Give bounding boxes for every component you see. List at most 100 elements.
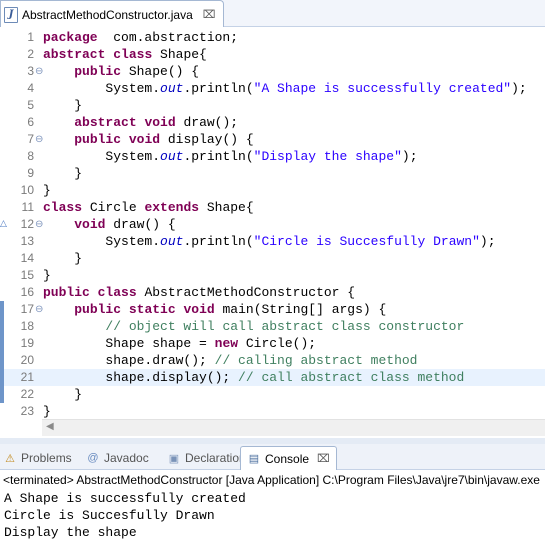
- token-kw: void: [183, 302, 215, 317]
- token-fld: out: [160, 234, 184, 249]
- code-text: Shape shape = new Circle();: [43, 335, 316, 352]
- line-number: 22: [20, 387, 34, 401]
- editor-tab-bar: J AbstractMethodConstructor.java ⌧: [0, 0, 545, 28]
- token: .println(: [183, 234, 254, 249]
- line-number: 20: [20, 353, 34, 367]
- token: }: [43, 404, 51, 419]
- console-line: A Shape is successfully created: [4, 491, 246, 506]
- token-fld: out: [160, 149, 184, 164]
- tab-javadoc[interactable]: @ Javadoc: [86, 447, 149, 469]
- code-text: abstract void draw();: [43, 114, 238, 131]
- java-file-icon: J: [4, 6, 18, 23]
- token-kw: class: [113, 47, 153, 62]
- code-line[interactable]: 6 abstract void draw();: [0, 114, 545, 131]
- code-line[interactable]: 16 public class AbstractMethodConstructor…: [0, 284, 545, 301]
- code-text: }: [43, 267, 51, 284]
- code-line[interactable]: 20 shape.draw(); // calling abstract met…: [0, 352, 545, 369]
- scroll-left-icon[interactable]: ◀: [46, 421, 54, 432]
- tab-declaration[interactable]: ▣ Declaration: [167, 447, 246, 469]
- tab-label: Problems: [21, 451, 72, 465]
- code-text: abstract class Shape{: [43, 46, 207, 63]
- close-icon[interactable]: ⌧: [203, 8, 216, 21]
- tab-problems[interactable]: ⚠ Problems: [3, 447, 72, 469]
- line-number: 5: [27, 98, 34, 112]
- console-icon: ▤: [248, 453, 260, 465]
- code-line[interactable]: 17 ⊖ public static void main(String[] arg…: [0, 301, 545, 318]
- code-line[interactable]: 9 }: [0, 165, 545, 182]
- line-number: 1: [27, 30, 34, 44]
- editor-tab-title: AbstractMethodConstructor.java: [22, 7, 193, 22]
- code-line[interactable]: 5 }: [0, 97, 545, 114]
- line-number: 14: [20, 251, 34, 265]
- token: main(String[] args) {: [214, 302, 387, 317]
- code-line[interactable]: 1 package com.abstraction;: [0, 29, 545, 46]
- token: Shape() {: [121, 64, 200, 79]
- tab-console[interactable]: ▤ Console ⌧: [240, 446, 337, 470]
- token: );: [479, 234, 496, 249]
- code-line[interactable]: 23}: [0, 403, 545, 420]
- token: Shape{: [199, 200, 254, 215]
- token: Circle: [82, 200, 145, 215]
- line-number: 19: [20, 336, 34, 350]
- line-number: 4: [27, 81, 34, 95]
- token: draw() {: [105, 217, 176, 232]
- token-kw: public: [43, 285, 90, 300]
- close-icon[interactable]: ⌧: [317, 452, 330, 465]
- code-line[interactable]: 3 ⊖ public Shape() {: [0, 63, 545, 80]
- code-text: // object will call abstract class const…: [43, 318, 464, 335]
- code-line[interactable]: 8 System.out.println("Display the shape"…: [0, 148, 545, 165]
- token-str: "A Shape is successfully created": [253, 81, 512, 96]
- token: }: [43, 387, 83, 402]
- line-number: 10: [20, 183, 34, 197]
- token: }: [43, 98, 83, 113]
- token: Shape shape =: [43, 336, 215, 351]
- code-text: public class AbstractMethodConstructor {: [43, 284, 355, 301]
- tab-label: Javadoc: [104, 451, 149, 465]
- code-text: public Shape() {: [43, 63, 199, 80]
- token: draw();: [175, 115, 239, 130]
- code-line[interactable]: 2 abstract class Shape{: [0, 46, 545, 63]
- line-number: 16: [20, 285, 34, 299]
- token: .println(: [183, 149, 254, 164]
- tab-label: Declaration: [185, 451, 246, 465]
- token: .println(: [183, 81, 254, 96]
- code-line[interactable]: 13 System.out.println("Circle is Succesf…: [0, 233, 545, 250]
- token: }: [43, 166, 83, 181]
- console-output[interactable]: A Shape is successfully created Circle is…: [0, 490, 545, 541]
- token-str: "Circle is Succesfully Drawn": [253, 234, 480, 249]
- code-line[interactable]: 14 }: [0, 250, 545, 267]
- editor-tab-abstractmethodconstructor[interactable]: J AbstractMethodConstructor.java ⌧: [0, 0, 224, 28]
- token-kw: void: [74, 217, 106, 232]
- code-editor[interactable]: 1 package com.abstraction; 2 abstract class…: [0, 27, 545, 436]
- code-line[interactable]: 11 class Circle extends Shape{: [0, 199, 545, 216]
- code-line[interactable]: 10}: [0, 182, 545, 199]
- code-line[interactable]: 18 // object will call abstract class co…: [0, 318, 545, 335]
- declaration-icon: ▣: [168, 452, 180, 465]
- token-kw: void: [128, 132, 161, 147]
- override-triangle-icon: △: [0, 219, 7, 229]
- code-line[interactable]: 7 ⊖ public void display() {: [0, 131, 545, 148]
- horizontal-scrollbar[interactable]: ◀: [42, 419, 545, 436]
- code-text: System.out.println("A Shape is successfu…: [43, 80, 526, 97]
- token-fld: out: [160, 81, 184, 96]
- code-text: shape.draw(); // calling abstract method: [43, 352, 417, 369]
- code-text: }: [43, 250, 82, 267]
- code-line[interactable]: 22 }: [0, 386, 545, 403]
- code-line[interactable]: 12 ⊖ △ void draw() {: [0, 216, 545, 233]
- line-number: 21: [20, 370, 34, 384]
- code-text: }: [43, 97, 82, 114]
- line-number: 17: [20, 302, 34, 316]
- token-kw: package: [43, 30, 98, 45]
- code-line[interactable]: 4 System.out.println("A Shape is success…: [0, 80, 545, 97]
- token-cmt: // calling abstract method: [214, 353, 418, 368]
- code-line[interactable]: 19 Shape shape = new Circle();: [0, 335, 545, 352]
- code-text: public void display() {: [43, 131, 253, 148]
- bottom-view-tabs: ⚠ Problems @ Javadoc ▣ Declaration ▤ Console ⌧: [0, 444, 545, 470]
- code-line[interactable]: 15}: [0, 267, 545, 284]
- tab-label: Console: [265, 451, 310, 466]
- token: System.: [43, 81, 161, 96]
- code-line[interactable]: 21 shape.display(); // call abstract cla…: [0, 369, 545, 386]
